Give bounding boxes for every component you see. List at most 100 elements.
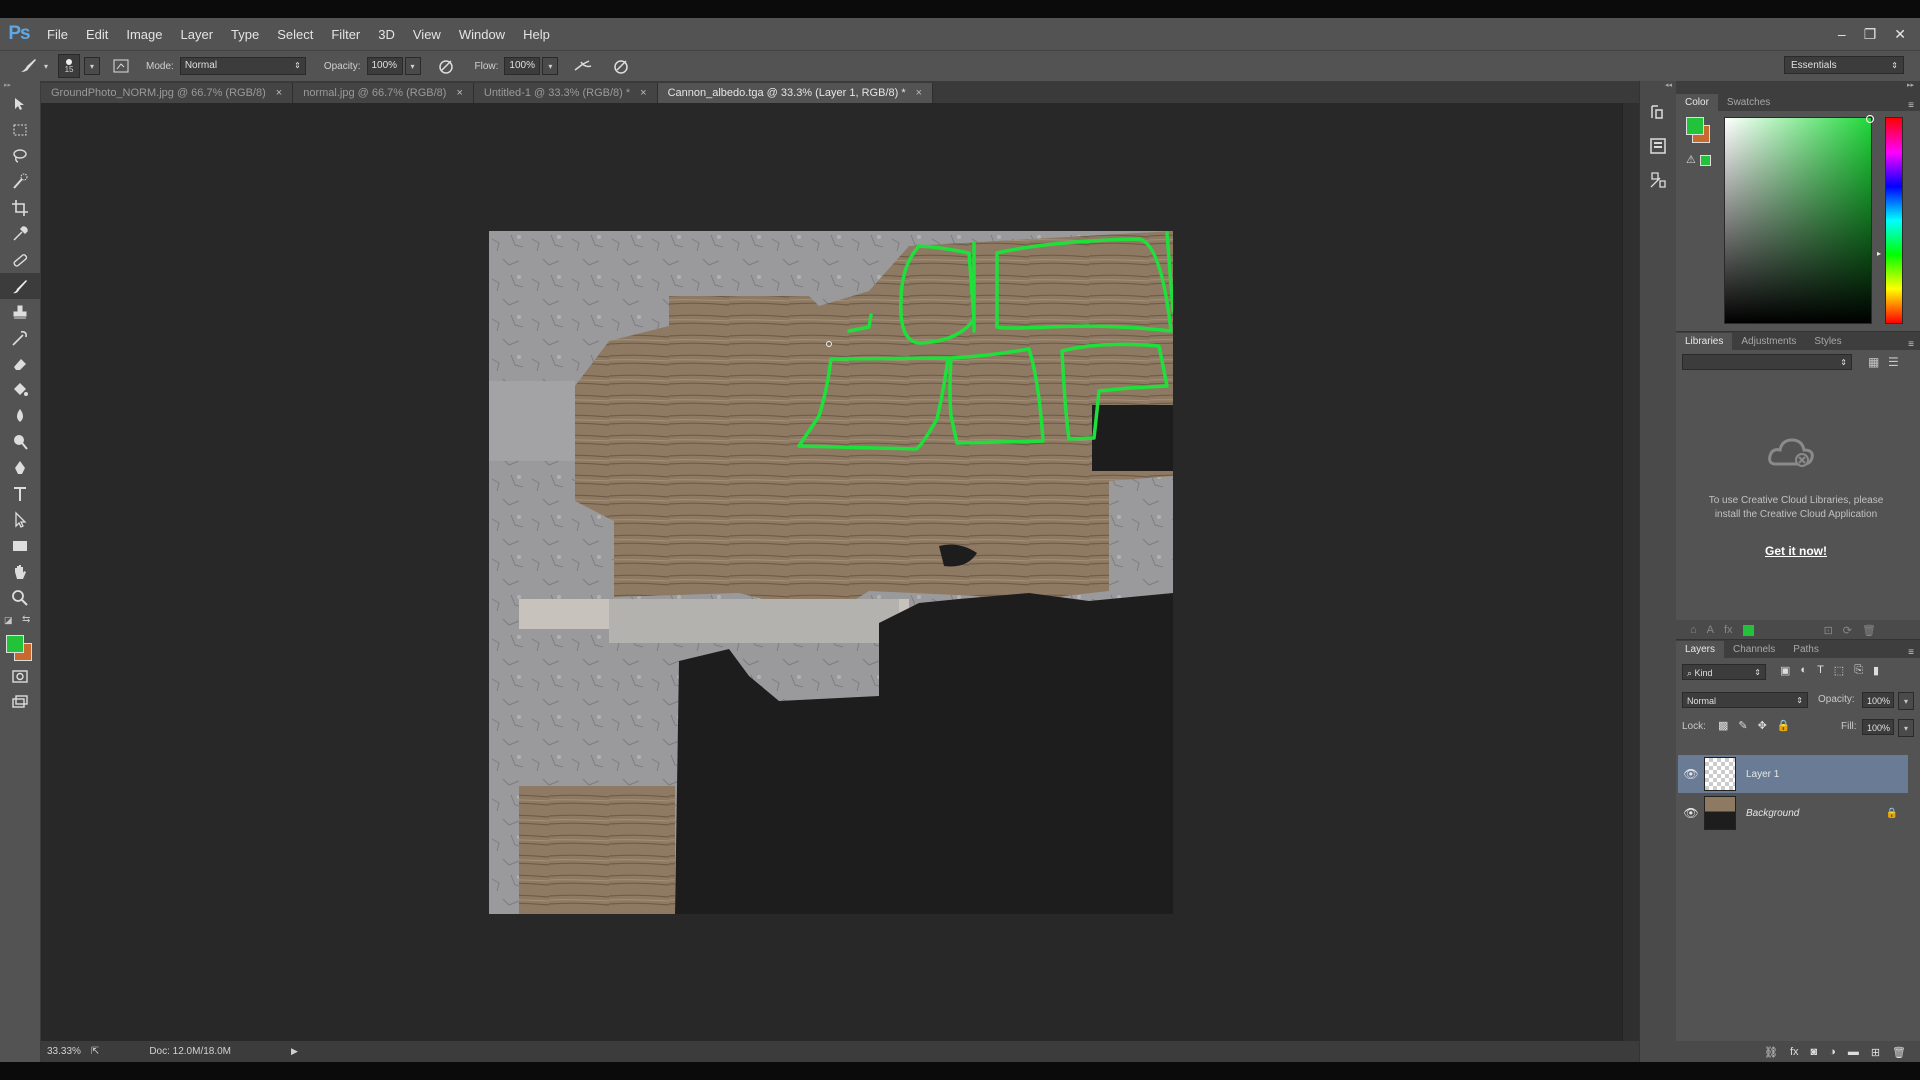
layer-row-background[interactable]: 👁 Background 🔒: [1678, 794, 1908, 832]
add-character-style-icon[interactable]: A: [1707, 624, 1714, 636]
paint-bucket-tool[interactable]: [0, 377, 40, 403]
opacity-dropdown[interactable]: ▾: [404, 57, 421, 75]
close-tab-icon[interactable]: ×: [276, 87, 282, 99]
menu-3d[interactable]: 3D: [369, 27, 404, 42]
library-select[interactable]: ⇕: [1682, 354, 1852, 370]
layer-opacity-dropdown[interactable]: ▾: [1898, 692, 1914, 710]
menu-edit[interactable]: Edit: [77, 27, 117, 42]
filter-shape-icon[interactable]: ⬚: [1834, 664, 1844, 677]
new-group-icon[interactable]: ▬: [1848, 1046, 1859, 1058]
quick-selection-tool[interactable]: [0, 169, 40, 195]
history-brush-tool[interactable]: [0, 325, 40, 351]
layer-name[interactable]: Layer 1: [1746, 769, 1779, 780]
pen-tool[interactable]: [0, 455, 40, 481]
delete-library-icon[interactable]: 🗑: [1862, 624, 1876, 637]
add-graphic-icon[interactable]: ⌂: [1690, 624, 1697, 636]
opacity-input[interactable]: 100%: [366, 57, 403, 75]
new-layer-icon[interactable]: ⊞: [1871, 1046, 1880, 1059]
zoom-tool[interactable]: [0, 585, 40, 611]
visibility-eye-icon[interactable]: 👁: [1678, 806, 1704, 820]
menu-window[interactable]: Window: [450, 27, 514, 42]
airbrush-icon[interactable]: [572, 56, 594, 76]
dock-expand-icon[interactable]: ◂◂: [1640, 81, 1676, 95]
type-tool[interactable]: [0, 481, 40, 507]
workspace-switcher[interactable]: Essentials ⇕: [1784, 56, 1904, 74]
tab-paths[interactable]: Paths: [1784, 641, 1828, 658]
history-panel-button[interactable]: [1640, 95, 1676, 129]
brush-tool-preset-icon[interactable]: [18, 56, 40, 76]
path-selection-tool[interactable]: [0, 507, 40, 533]
tab-normal[interactable]: normal.jpg @ 66.7% (RGB/8) ×: [293, 83, 474, 103]
eraser-tool[interactable]: [0, 351, 40, 377]
menu-view[interactable]: View: [404, 27, 450, 42]
rectangle-tool[interactable]: [0, 533, 40, 559]
blend-mode-select[interactable]: Normal ⇕: [1682, 692, 1808, 708]
flow-input[interactable]: 100%: [504, 57, 541, 75]
fill-dropdown[interactable]: ▾: [1898, 719, 1914, 737]
brush-size-dropdown[interactable]: ▾: [84, 57, 101, 75]
grid-view-icon[interactable]: ▦: [1868, 355, 1879, 369]
screen-mode-button[interactable]: [0, 689, 40, 715]
close-button[interactable]: ✕: [1894, 26, 1906, 43]
panel-collapse-icon[interactable]: ▸▸: [0, 81, 40, 91]
link-layers-icon[interactable]: ⛓: [1764, 1046, 1778, 1059]
default-colors-icon[interactable]: ◪: [4, 615, 13, 626]
filter-smart-object-icon[interactable]: ⎘: [1854, 664, 1863, 677]
marquee-tool[interactable]: [0, 117, 40, 143]
layer-filter-select[interactable]: ⌕ Kind ⇕: [1682, 664, 1766, 680]
close-tab-icon[interactable]: ×: [640, 87, 646, 99]
status-menu-arrow-icon[interactable]: ▶: [291, 1046, 298, 1057]
brush-presets-button[interactable]: [1640, 163, 1676, 197]
quick-mask-button[interactable]: [0, 663, 40, 689]
menu-layer[interactable]: Layer: [172, 27, 223, 42]
tab-styles[interactable]: Styles: [1805, 333, 1850, 350]
restore-button[interactable]: ❐: [1864, 26, 1877, 43]
swap-colors-icon[interactable]: ⇆: [22, 614, 30, 625]
hue-slider[interactable]: [1885, 117, 1903, 324]
canvas-viewport[interactable]: [41, 103, 1621, 1041]
tab-libraries[interactable]: Libraries: [1676, 333, 1733, 350]
delete-layer-icon[interactable]: 🗑: [1892, 1046, 1906, 1059]
stock-icon[interactable]: ⊡: [1824, 624, 1833, 637]
eyedropper-tool[interactable]: [0, 221, 40, 247]
new-adjustment-layer-icon[interactable]: ◑: [1829, 1046, 1836, 1058]
web-safe-color-swatch[interactable]: [1700, 155, 1711, 166]
tab-channels[interactable]: Channels: [1724, 641, 1784, 658]
menu-filter[interactable]: Filter: [322, 27, 369, 42]
add-mask-icon[interactable]: ◙: [1811, 1046, 1818, 1058]
tab-groundphoto[interactable]: GroundPhoto_NORM.jpg @ 66.7% (RGB/8) ×: [41, 83, 294, 103]
add-layer-style-icon[interactable]: fx: [1790, 1046, 1799, 1058]
filter-adjustment-icon[interactable]: ◐: [1800, 664, 1807, 677]
brush-size-picker[interactable]: 15: [58, 54, 81, 78]
menu-select[interactable]: Select: [268, 27, 322, 42]
panel-menu-icon[interactable]: ≡: [1908, 100, 1920, 111]
list-view-icon[interactable]: ☰: [1888, 355, 1899, 369]
tab-swatches[interactable]: Swatches: [1718, 94, 1779, 111]
minimize-button[interactable]: –: [1838, 26, 1846, 42]
close-tab-icon[interactable]: ×: [916, 87, 922, 99]
dodge-tool[interactable]: [0, 429, 40, 455]
zoom-level[interactable]: 33.33%: [47, 1046, 81, 1057]
vertical-scrollbar[interactable]: [1622, 103, 1640, 1041]
add-layer-style-icon[interactable]: fx: [1724, 624, 1733, 636]
layer-opacity-input[interactable]: 100%: [1862, 692, 1894, 708]
healing-brush-tool[interactable]: [0, 247, 40, 273]
menu-image[interactable]: Image: [117, 27, 171, 42]
lock-icon[interactable]: 🔒: [1886, 808, 1898, 819]
properties-panel-button[interactable]: [1640, 129, 1676, 163]
sync-icon[interactable]: ⟳: [1843, 624, 1852, 637]
close-tab-icon[interactable]: ×: [456, 87, 462, 99]
brush-tool[interactable]: [0, 273, 40, 299]
lock-transparency-icon[interactable]: ▩: [1718, 719, 1728, 732]
mode-select[interactable]: Normal ⇕: [179, 57, 306, 75]
foreground-color-swatch[interactable]: [1686, 117, 1704, 135]
brush-panel-toggle-icon[interactable]: [110, 56, 132, 76]
tab-layers[interactable]: Layers: [1676, 641, 1725, 658]
menu-type[interactable]: Type: [222, 27, 268, 42]
share-icon[interactable]: ⇱: [91, 1046, 99, 1057]
preset-dropdown-arrow-icon[interactable]: ▾: [44, 62, 48, 71]
layer-name[interactable]: Background: [1746, 808, 1799, 819]
document-canvas[interactable]: [489, 231, 1173, 914]
hue-slider-marker-icon[interactable]: ▸: [1877, 249, 1881, 258]
filter-toggle-icon[interactable]: ▮: [1873, 664, 1879, 677]
